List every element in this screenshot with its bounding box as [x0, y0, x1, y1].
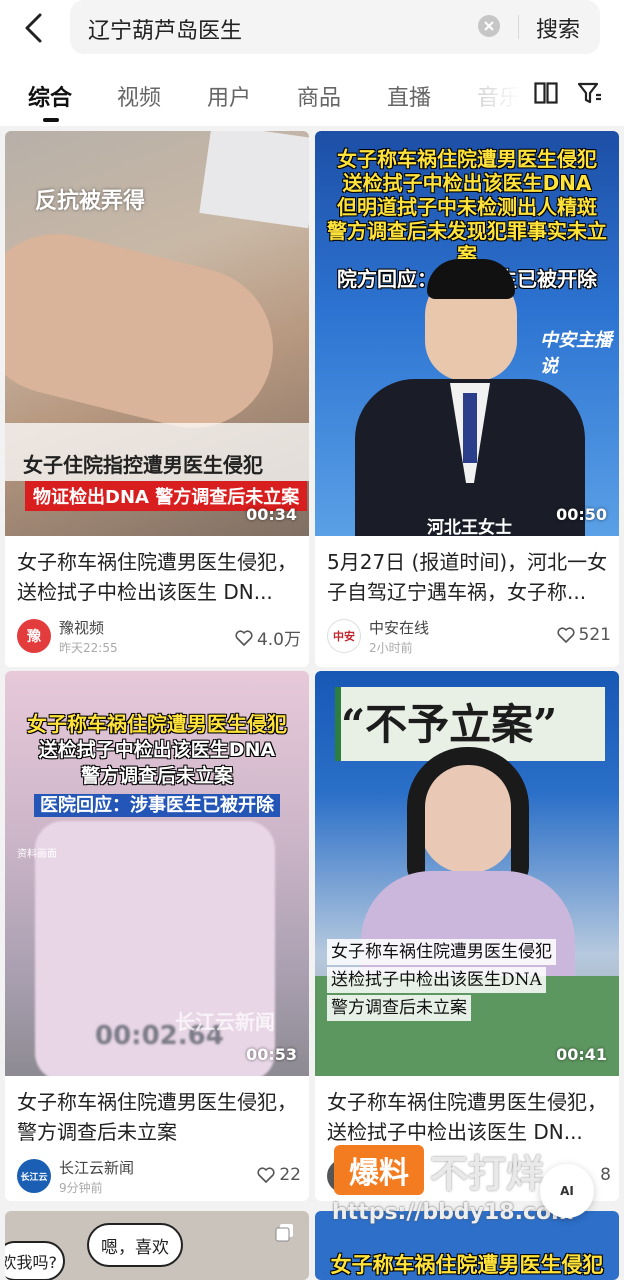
- overlay-line: 医院回应：涉事医生已被开除: [34, 794, 280, 817]
- author-avatar[interactable]: 长江云: [17, 1159, 51, 1193]
- layout-toggle-icon[interactable]: [534, 82, 558, 104]
- like-button[interactable]: 4.0万: [235, 625, 301, 650]
- archive-tag: 资料画面: [17, 849, 57, 860]
- video-card[interactable]: 女子称车祸住院遭男医生侵犯 送检拭子中检出该医生DNA 但明道拭子中未检测出人精…: [315, 131, 619, 667]
- author-name[interactable]: 豫视频: [59, 617, 104, 638]
- chevron-left-icon: [25, 13, 42, 43]
- speech-bubble: 欢我吗?: [5, 1241, 65, 1280]
- video-duration: 00:50: [556, 505, 607, 524]
- heart-icon: [257, 1167, 275, 1183]
- overlay-text-block: 女子称车祸住院遭男医生侵犯 送检拭子中检出该医生DNA 警方调查后未立案: [327, 939, 607, 1021]
- tab-live[interactable]: 直播: [387, 80, 431, 112]
- like-button[interactable]: 22: [257, 1165, 301, 1185]
- author-name[interactable]: 中安在线: [369, 617, 429, 638]
- tab-video[interactable]: 视频: [117, 80, 161, 112]
- paper-shape: [199, 131, 309, 229]
- overlay-caption: 反抗被弄得: [35, 189, 146, 214]
- search-button[interactable]: 搜索: [536, 12, 580, 44]
- like-count: 521: [578, 625, 611, 645]
- overlay-text-block: 女子称车祸住院遭男医生侵犯 送检拭子中检出该医生DNA 警方调查后未立案 医院回…: [11, 711, 303, 819]
- video-card[interactable]: “不予立案” 女子称车祸住院遭男医生侵犯 送检拭子中检出该医生DNA 警方调查后…: [315, 671, 619, 1201]
- card-title[interactable]: 女子称车祸住院遭男医生侵犯，送检拭子中检出该医生 DN...: [17, 547, 301, 607]
- overlay-line: 女子称车祸住院遭男医生侵犯: [327, 939, 556, 965]
- overlay-line: 警方调查后未立案: [80, 765, 233, 787]
- video-thumbnail[interactable]: “不予立案” 女子称车祸住院遭男医生侵犯 送检拭子中检出该医生DNA 警方调查后…: [315, 671, 619, 1076]
- video-card[interactable]: 女子称车祸住院遭男医生侵犯 送检拭子中检出该医生DNA 警方调查后未立案 医院回…: [5, 671, 309, 1201]
- like-count: 8: [600, 1165, 611, 1185]
- filter-icon[interactable]: [578, 82, 602, 104]
- watermark-text: 不打烊: [430, 1151, 545, 1196]
- overlay-headline: 女子住院指控遭男医生侵犯: [23, 453, 263, 477]
- site-watermark: 爆料 不打烊: [334, 1142, 544, 1198]
- watermark-url: https://bbdy18.com: [332, 1200, 575, 1225]
- like-count: 22: [279, 1165, 301, 1185]
- ai-assistant-button[interactable]: AI: [540, 1164, 594, 1218]
- clear-icon[interactable]: [478, 15, 500, 37]
- divider: [518, 15, 519, 39]
- video-card[interactable]: 反抗被弄得 女子住院指控遭男医生侵犯 物证检出DNA 警方调查后未立案 00:3…: [5, 131, 309, 667]
- video-card[interactable]: 欢我吗? 嗯，喜欢: [5, 1211, 309, 1280]
- category-tabs: 综合 视频 用户 商品 直播 音乐: [0, 56, 624, 126]
- overlay-hospital-wrap: 医院回应：涉事医生已被开除: [11, 793, 303, 819]
- card-title[interactable]: 女子称车祸住院遭男医生侵犯，送检拭子中检出该医生 DN...: [327, 1087, 611, 1147]
- overlay-line: 女子称车祸住院遭男医生侵犯: [337, 147, 597, 171]
- search-box[interactable]: 辽宁葫芦岛医生 搜索: [70, 0, 600, 54]
- overlay-line: 但明道拭子中未检测出人精斑: [337, 195, 597, 219]
- video-thumbnail[interactable]: 女子称车祸住院遭男医生侵犯 送检拭子中检出该医生DNA 警方调查后未立案 医院回…: [5, 671, 309, 1076]
- overlay-line: 警方调查后未立案: [327, 995, 471, 1021]
- name-tag: 河北王女士: [427, 518, 512, 536]
- search-header: 辽宁葫芦岛医生 搜索: [0, 0, 624, 56]
- post-time: 9分钟前: [59, 1181, 103, 1195]
- heart-icon: [235, 629, 253, 646]
- tab-users[interactable]: 用户: [207, 80, 251, 112]
- multi-image-icon: [275, 1224, 293, 1242]
- overlay-line: 送检拭子中检出该医生DNA: [327, 967, 546, 993]
- video-duration: 00:34: [246, 505, 297, 524]
- author-avatar[interactable]: 豫: [17, 619, 51, 653]
- overlay-line: 女子称车祸住院遭男医生侵犯: [27, 712, 287, 736]
- video-thumbnail[interactable]: 反抗被弄得 女子住院指控遭男医生侵犯 物证检出DNA 警方调查后未立案 00:3…: [5, 131, 309, 536]
- video-duration: 00:53: [246, 1045, 297, 1064]
- card-title[interactable]: 5月27日 (报道时间)，河北一女子自驾辽宁遇车祸，女子称...: [327, 547, 611, 607]
- author-name[interactable]: 长江云新闻: [59, 1157, 134, 1178]
- tab-comprehensive[interactable]: 综合: [28, 80, 72, 112]
- like-button[interactable]: 521: [557, 625, 611, 645]
- video-duration: 00:41: [556, 1045, 607, 1064]
- watermark-badge: 爆料: [334, 1145, 424, 1195]
- back-button[interactable]: [14, 8, 54, 48]
- heart-icon: [557, 627, 575, 643]
- channel-badge: 中安主播说: [540, 330, 612, 377]
- like-count: 4.0万: [256, 630, 301, 650]
- overlay-line: 送检拭子中检出该医生DNA: [38, 739, 276, 761]
- source-tag: 长江云新闻: [175, 1010, 275, 1034]
- post-time: 昨天22:55: [59, 641, 118, 655]
- arm-shape: [5, 217, 290, 445]
- video-thumbnail[interactable]: 女子称车祸住院遭男医生侵犯 送检拭子中检出该医生DNA 但明道拭子中未检测出人精…: [315, 131, 619, 536]
- quote-text: “不予立案”: [341, 700, 558, 749]
- overlay-line: 女子称车祸住院遭男医生侵犯: [330, 1253, 604, 1277]
- tab-active-indicator: [43, 118, 59, 122]
- speech-bubble: 嗯，喜欢: [87, 1223, 183, 1267]
- ai-label: AI: [560, 1184, 574, 1198]
- anchor-tie: [463, 393, 477, 463]
- card-title[interactable]: 女子称车祸住院遭男医生侵犯，警方调查后未立案: [17, 1087, 301, 1147]
- overlay-line: 送检拭子中检出该医生DNA: [342, 171, 592, 195]
- tab-products[interactable]: 商品: [297, 80, 341, 112]
- search-input[interactable]: 辽宁葫芦岛医生: [88, 13, 242, 45]
- post-time: 2小时前: [369, 641, 413, 655]
- speaker-hair: [407, 747, 529, 887]
- anchor-hair: [427, 259, 515, 299]
- tabs-fade: [470, 76, 520, 112]
- author-avatar[interactable]: 中安: [327, 619, 361, 653]
- like-button[interactable]: 8: [600, 1165, 611, 1185]
